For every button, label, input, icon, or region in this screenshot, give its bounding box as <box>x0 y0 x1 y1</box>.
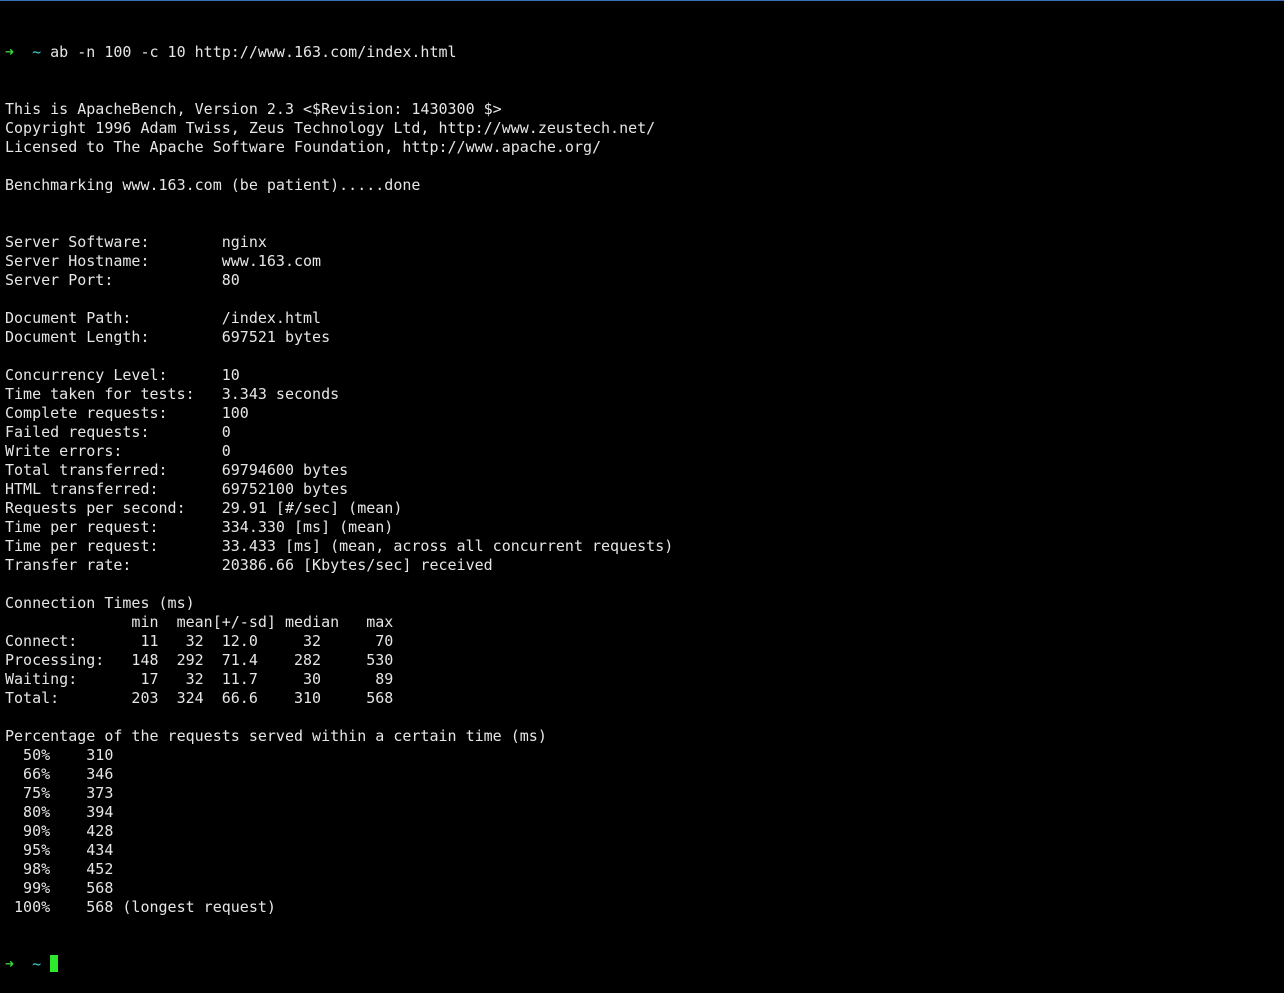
command-line: ➜ ~ ab -n 100 -c 10 http://www.163.com/i… <box>5 43 1279 62</box>
terminal-output[interactable]: ➜ ~ ab -n 100 -c 10 http://www.163.com/i… <box>5 5 1279 993</box>
window-top-border <box>0 0 1284 1</box>
prompt-cwd: ~ <box>32 955 42 973</box>
output-line: Benchmarking www.163.com (be patient)...… <box>5 176 421 194</box>
output-line: Document Path: /index.html <box>5 309 322 327</box>
output-line: 99% 568 <box>5 879 114 897</box>
output-line: Copyright 1996 Adam Twiss, Zeus Technolo… <box>5 119 656 137</box>
output-line: 80% 394 <box>5 803 114 821</box>
command-text: ab -n 100 -c 10 http://www.163.com/index… <box>50 43 457 61</box>
output-line: 75% 373 <box>5 784 114 802</box>
output-line: 66% 346 <box>5 765 114 783</box>
output-line: Server Port: 80 <box>5 271 240 289</box>
final-prompt-line[interactable]: ➜ ~ <box>5 955 1279 974</box>
output-line: 50% 310 <box>5 746 114 764</box>
output-line: 100% 568 (longest request) <box>5 898 276 916</box>
output-line: This is ApacheBench, Version 2.3 <$Revis… <box>5 100 502 118</box>
prompt-arrow-icon: ➜ <box>5 43 15 61</box>
output-line: Time per request: 334.330 [ms] (mean) <box>5 518 394 536</box>
terminal-cursor <box>50 955 59 972</box>
output-line: Requests per second: 29.91 [#/sec] (mean… <box>5 499 403 517</box>
output-line: min mean[+/-sd] median max <box>5 613 394 631</box>
output-line: Transfer rate: 20386.66 [Kbytes/sec] rec… <box>5 556 493 574</box>
output-line: Connect: 11 32 12.0 32 70 <box>5 632 394 650</box>
output-line: Licensed to The Apache Software Foundati… <box>5 138 602 156</box>
prompt-arrow-icon: ➜ <box>5 955 15 973</box>
output-line: Connection Times (ms) <box>5 594 195 612</box>
output-line: Failed requests: 0 <box>5 423 231 441</box>
output-line: Concurrency Level: 10 <box>5 366 240 384</box>
output-line: 95% 434 <box>5 841 114 859</box>
output-line: HTML transferred: 69752100 bytes <box>5 480 349 498</box>
output-line: Write errors: 0 <box>5 442 231 460</box>
output-line: 90% 428 <box>5 822 114 840</box>
output-lines: This is ApacheBench, Version 2.3 <$Revis… <box>5 100 1279 917</box>
output-line: Complete requests: 100 <box>5 404 249 422</box>
output-line: Processing: 148 292 71.4 282 530 <box>5 651 394 669</box>
output-line: Time taken for tests: 3.343 seconds <box>5 385 340 403</box>
output-line: Server Software: nginx <box>5 233 267 251</box>
output-line: Total transferred: 69794600 bytes <box>5 461 349 479</box>
output-line: Document Length: 697521 bytes <box>5 328 331 346</box>
prompt-cwd: ~ <box>32 43 42 61</box>
output-line: Total: 203 324 66.6 310 568 <box>5 689 394 707</box>
output-line: Percentage of the requests served within… <box>5 727 547 745</box>
output-line: Waiting: 17 32 11.7 30 89 <box>5 670 394 688</box>
output-line: Server Hostname: www.163.com <box>5 252 322 270</box>
output-line: 98% 452 <box>5 860 114 878</box>
output-line: Time per request: 33.433 [ms] (mean, acr… <box>5 537 674 555</box>
